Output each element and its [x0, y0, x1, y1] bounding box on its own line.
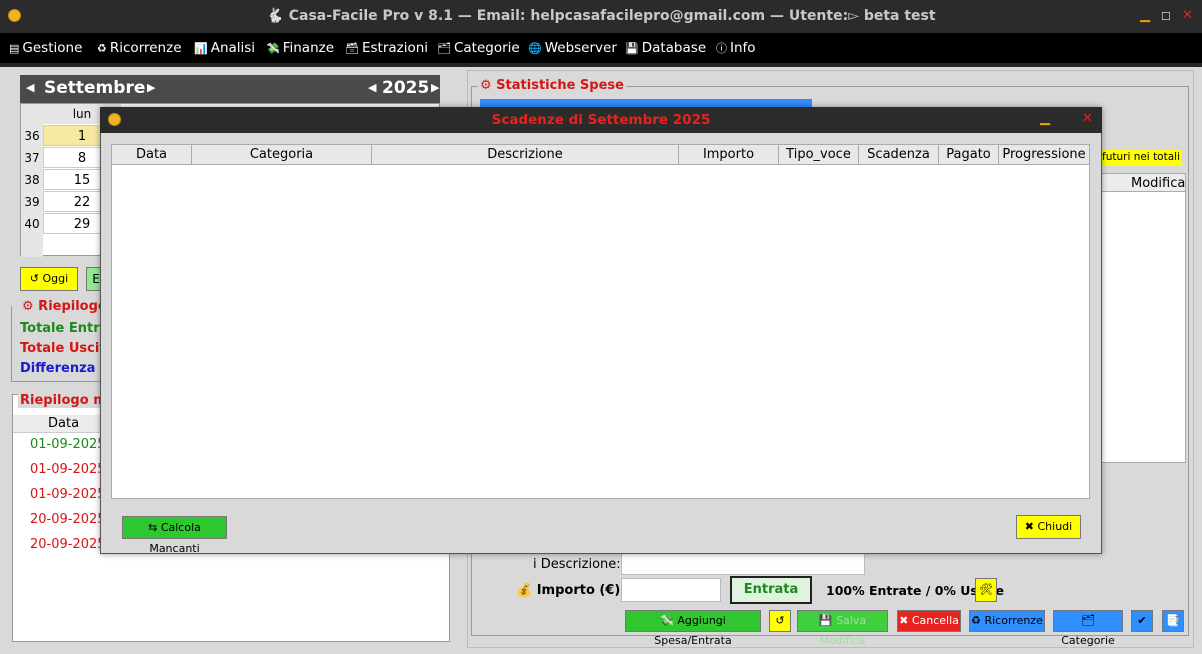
prev-year-button[interactable]: ◀	[368, 81, 376, 94]
futuri-label: futuri nei totali	[1100, 150, 1182, 166]
close-button[interactable]: ✕	[1182, 8, 1193, 23]
check-button[interactable]: ✔	[1131, 610, 1153, 632]
menu-bar: ▤ Gestione ♻ Ricorrenze 📊 Analisi 💸 Finanze …	[0, 33, 1202, 63]
list-item-date[interactable]: 20-09-2025	[30, 512, 106, 527]
menu-database[interactable]: 💾 Database	[625, 40, 706, 56]
calcola-mancanti-button[interactable]: ⇆ Calcola Mancanti	[122, 516, 227, 555]
col-header-pagato[interactable]: Pagato	[939, 145, 999, 165]
menu-analisi[interactable]: 📊 Analisi	[194, 40, 255, 56]
menu-webserver[interactable]: 🌐 Webserver	[528, 40, 617, 56]
menu-info[interactable]: ⓘ Info	[716, 40, 756, 56]
importo-label: 💰 Importo (€):⏎	[516, 583, 637, 598]
week-number: 40	[21, 213, 43, 235]
dialog-close-button[interactable]: ✕	[1082, 111, 1093, 126]
col-header-categoria[interactable]: Categoria	[192, 145, 372, 165]
info-icon: ⓘ	[716, 42, 727, 55]
week-number: 39	[21, 191, 43, 213]
menu-label: Categorie	[453, 40, 520, 56]
col-data-header: Data	[48, 416, 80, 431]
money-icon: 💸	[266, 42, 280, 55]
menu-label: Finanze	[282, 40, 335, 56]
window-title: 🐇 Casa-Facile Pro v 8.1 — Email: helpcas…	[266, 8, 936, 24]
dialog-titlebar: Scadenze di Settembre 2025 ▁ ✕	[100, 107, 1102, 133]
menu-label: Info	[730, 40, 756, 56]
col-header-progressione[interactable]: Progressione	[999, 145, 1090, 165]
next-month-button[interactable]: ▶	[147, 81, 155, 94]
list-item-date[interactable]: 01-09-2025	[30, 437, 106, 452]
calendar-year: 2025	[382, 78, 430, 98]
aggiungi-button[interactable]: 💸 Aggiungi Spesa/Entrata	[625, 610, 761, 647]
menu-label: Webserver	[544, 40, 617, 56]
menu-label: Database	[641, 40, 707, 56]
entrata-toggle[interactable]: Entrata	[730, 576, 812, 604]
list-item-date[interactable]: 01-09-2025	[30, 462, 106, 477]
tool-icon[interactable]: 🛠	[975, 578, 997, 602]
stats-title: ⚙ Statistiche Spese	[478, 78, 626, 93]
globe-icon: 🌐	[528, 42, 542, 55]
chart-icon: 📊	[194, 42, 208, 55]
week-number: 37	[21, 147, 43, 169]
floppy-icon: 💾	[625, 42, 639, 55]
window-titlebar: 🐇 Casa-Facile Pro v 8.1 — Email: helpcas…	[0, 0, 1202, 33]
stats-table[interactable]: Modifica	[1101, 173, 1186, 463]
document-button[interactable]: 📑	[1162, 610, 1184, 632]
menu-finanze[interactable]: 💸 Finanze	[266, 40, 334, 56]
folder-icon: 🗂	[437, 42, 451, 55]
descrizione-label: i Descrizione:	[533, 557, 621, 572]
importo-input[interactable]	[621, 578, 721, 602]
oggi-button[interactable]: ↺ Oggi	[20, 267, 78, 291]
recycle-icon: ♻	[97, 42, 107, 55]
maximize-button[interactable]: ☐	[1161, 10, 1171, 23]
prev-month-button[interactable]: ◀	[26, 81, 34, 94]
col-header-tipo-voce[interactable]: Tipo_voce	[779, 145, 859, 165]
next-year-button[interactable]: ▶	[431, 81, 439, 94]
menu-gestione[interactable]: ▤ Gestione	[9, 40, 82, 56]
chiudi-button[interactable]: ✖ Chiudi	[1016, 515, 1081, 539]
riepilogo-title: ⚙ Riepilogo	[20, 299, 109, 314]
col-header-descrizione[interactable]: Descrizione	[372, 145, 679, 165]
dialog-title: Scadenze di Settembre 2025	[491, 112, 711, 128]
list-item-date[interactable]: 01-09-2025	[30, 487, 106, 502]
menu-ricorrenze[interactable]: ♻ Ricorrenze	[97, 40, 182, 56]
col-header-data[interactable]: Data	[112, 145, 192, 165]
refresh-button[interactable]: ↺	[769, 610, 791, 632]
menu-categorie[interactable]: 🗂 Categorie	[437, 40, 520, 56]
week-number: 36	[21, 125, 43, 147]
cancella-button[interactable]: ✖ Cancella	[897, 610, 961, 632]
salva-modifica-button[interactable]: 💾 Salva Modifica	[797, 610, 888, 647]
menu-label: Gestione	[22, 40, 83, 56]
archive-icon: 🗃	[345, 42, 359, 55]
col-header-scadenza[interactable]: Scadenza	[859, 145, 939, 165]
modifica-col-header: Modifica	[1131, 176, 1186, 191]
dialog-minimize-button[interactable]: ▁	[1040, 111, 1050, 126]
descrizione-input[interactable]	[621, 553, 865, 575]
week-number: 38	[21, 169, 43, 191]
list-icon: ▤	[9, 42, 20, 55]
menu-label: Analisi	[210, 40, 256, 56]
col-header-importo[interactable]: Importo	[679, 145, 779, 165]
categorie-button[interactable]: 🗂 Categorie	[1053, 610, 1123, 647]
list-item-date[interactable]: 20-09-2025	[30, 537, 106, 552]
menu-label: Estrazioni	[361, 40, 429, 56]
calendar-month: Settembre	[44, 78, 146, 98]
minimize-button[interactable]: ▁	[1140, 8, 1150, 23]
menu-estrazioni[interactable]: 🗃 Estrazioni	[345, 40, 428, 56]
calendar-header: ◀ Settembre ▶ ◀ 2025 ▶	[20, 75, 440, 103]
ricorrenze-button[interactable]: ♻ Ricorrenze	[969, 610, 1045, 632]
scadenze-table[interactable]: Data Categoria Descrizione Importo Tipo_…	[111, 144, 1090, 499]
menu-label: Ricorrenze	[109, 40, 182, 56]
